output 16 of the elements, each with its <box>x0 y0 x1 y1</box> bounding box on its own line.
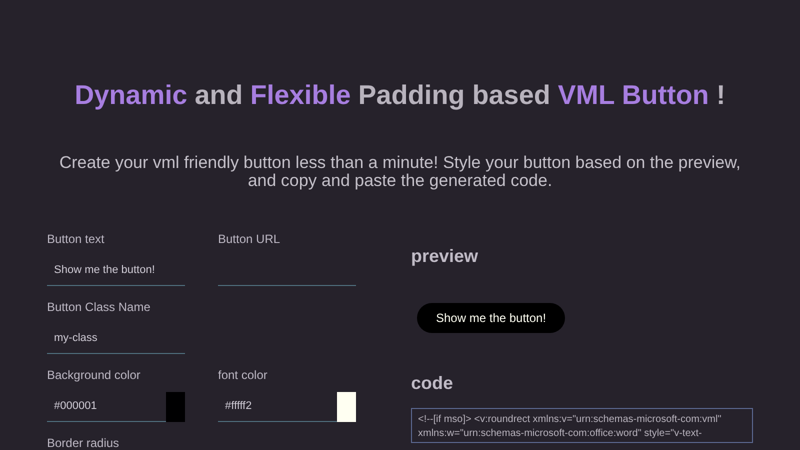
color-swatch[interactable] <box>166 392 185 422</box>
code-box[interactable]: <!--[if mso]> <v:roundrect xmlns:v="urn:schemas-microsoft-com:vml" xmlns:w="urn:schemas-microsoft-com:office:word" style="v-text- <box>411 408 753 442</box>
preview-button[interactable]: Show me the button! <box>417 302 566 332</box>
field-label: Button Class Name <box>47 298 152 316</box>
field-label: Border radius <box>47 434 120 450</box>
color-swatch[interactable] <box>337 392 356 422</box>
field-label: Button URL <box>218 230 282 248</box>
field-label: font color <box>218 366 268 384</box>
text-field[interactable]: my-class <box>47 324 185 354</box>
code-heading: code <box>411 372 454 394</box>
subtitle: Create your vml friendly button less than a minute! Style your button based on the preview, and copy and paste the generated code. <box>58 154 742 190</box>
field-label: Background color <box>47 366 142 384</box>
text-field[interactable]: Show me the button! <box>47 256 185 286</box>
field-label: Button text <box>47 230 106 248</box>
page-title: Dynamic and Flexible Padding based VML Button ! <box>74 79 726 112</box>
preview-heading: preview <box>411 244 480 268</box>
